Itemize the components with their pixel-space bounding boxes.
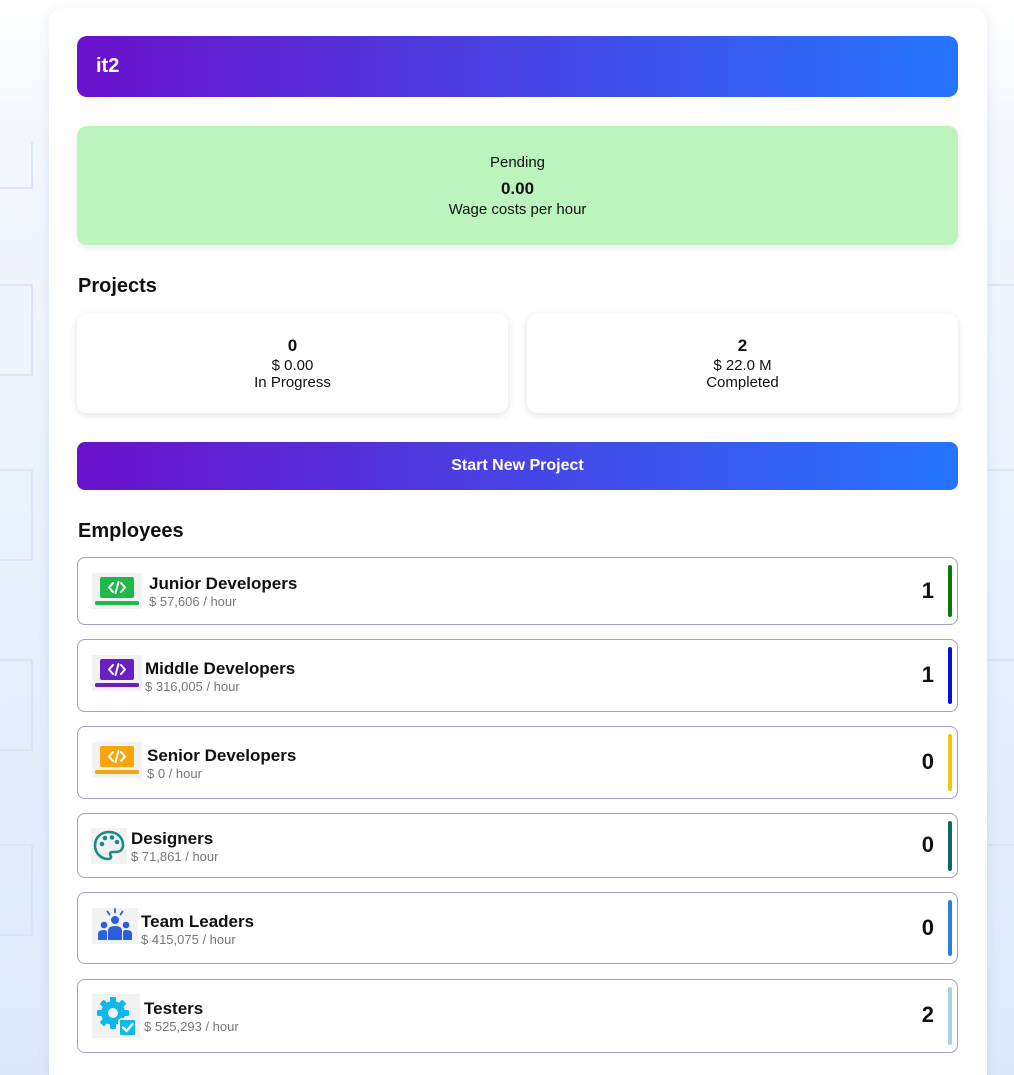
team-icon	[92, 908, 138, 944]
employee-color-bar	[948, 565, 952, 617]
status-label: Pending	[489, 154, 546, 171]
company-name: it2	[96, 55, 120, 77]
employee-count: 0	[921, 749, 934, 774]
employee-row-middle-developers[interactable]: Middle Developers $ 316,005 / hour 1	[77, 639, 958, 712]
project-status-label: In Progress	[254, 374, 331, 391]
employee-color-bar	[948, 821, 952, 871]
employee-count: 1	[921, 578, 934, 603]
company-header: it2	[77, 36, 958, 97]
employee-row-designers[interactable]: Designers $ 71,861 / hour 0	[77, 813, 958, 878]
employee-count: 0	[921, 832, 934, 857]
wage-cost-value: 0.00	[500, 179, 535, 198]
employee-color-bar	[948, 987, 952, 1045]
laptop-code-icon	[92, 573, 142, 609]
project-amount: $ 22.0 M	[713, 357, 772, 374]
project-count: 2	[737, 336, 748, 355]
employee-hourly-rate: $ 0 / hour	[147, 766, 202, 781]
project-status-label: Completed	[706, 374, 779, 391]
employee-count: 2	[921, 1002, 934, 1027]
projects-completed-card: 2 $ 22.0 M Completed	[527, 314, 958, 413]
employee-type-name: Testers	[144, 999, 204, 1018]
employee-hourly-rate: $ 316,005 / hour	[145, 679, 240, 694]
status-panel: Pending 0.00 Wage costs per hour	[77, 126, 958, 245]
project-amount: $ 0.00	[271, 357, 314, 374]
employee-row-junior-developers[interactable]: Junior Developers $ 57,606 / hour 1	[77, 557, 958, 625]
gear-check-icon	[92, 994, 140, 1038]
employee-count: 0	[921, 915, 934, 940]
wage-cost-description: Wage costs per hour	[448, 201, 587, 218]
projects-title: Projects	[78, 275, 157, 297]
start-new-project-button[interactable]: Start New Project	[77, 442, 958, 490]
employee-row-team-leaders[interactable]: Team Leaders $ 415,075 / hour 0	[77, 892, 958, 964]
employee-count: 1	[921, 662, 934, 687]
laptop-code-icon	[92, 742, 142, 778]
employee-hourly-rate: $ 525,293 / hour	[144, 1019, 239, 1034]
employee-color-bar	[948, 900, 952, 956]
project-count: 0	[287, 336, 298, 355]
employee-type-name: Team Leaders	[141, 912, 255, 931]
company-card: it2 Pending 0.00 Wage costs per hour Pro…	[49, 8, 987, 1075]
projects-in-progress-card: 0 $ 0.00 In Progress	[77, 314, 508, 413]
employee-type-name: Senior Developers	[147, 746, 297, 765]
employee-hourly-rate: $ 57,606 / hour	[149, 594, 237, 609]
employee-type-name: Middle Developers	[145, 659, 296, 678]
employee-hourly-rate: $ 71,861 / hour	[131, 849, 219, 864]
employee-type-name: Junior Developers	[149, 574, 298, 593]
employee-row-senior-developers[interactable]: Senior Developers $ 0 / hour 0	[77, 726, 958, 799]
employee-row-testers[interactable]: Testers $ 525,293 / hour 2	[77, 979, 958, 1053]
employee-type-name: Designers	[131, 829, 214, 848]
employee-color-bar	[948, 647, 952, 704]
palette-icon	[91, 828, 127, 864]
employees-title: Employees	[78, 520, 184, 542]
laptop-code-icon	[92, 655, 142, 691]
employee-hourly-rate: $ 415,075 / hour	[141, 932, 236, 947]
employee-color-bar	[948, 734, 952, 791]
